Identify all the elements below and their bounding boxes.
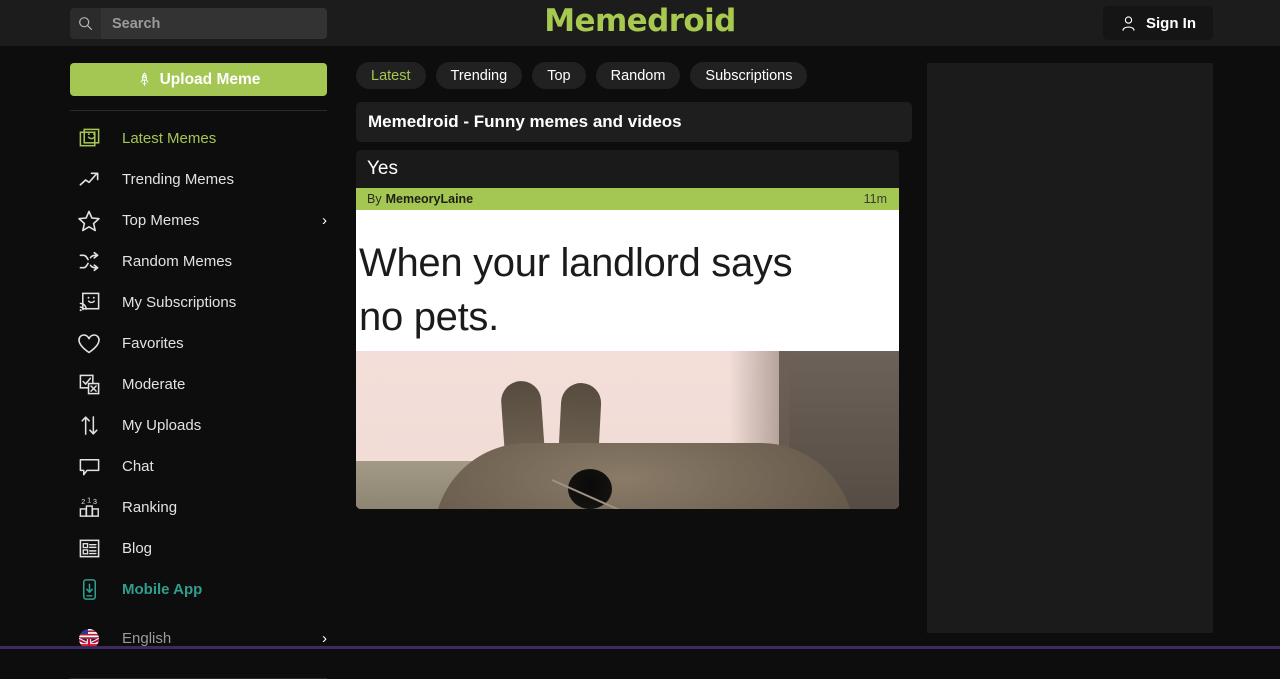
sidebar-nav: Latest Memes Trending Memes Top Memes ›	[0, 118, 356, 659]
left-sidebar: Upload Meme Latest Memes	[0, 46, 356, 649]
rocket-icon	[137, 72, 152, 87]
sidebar-item-label: My Subscriptions	[122, 294, 236, 311]
heart-icon	[76, 331, 102, 357]
sidebar-item-blog[interactable]: Blog	[0, 528, 356, 569]
right-ad-rail	[912, 46, 1280, 649]
trend-arrow-icon	[76, 167, 102, 193]
upload-meme-button[interactable]: Upload Meme	[70, 63, 327, 96]
up-down-arrows-icon	[76, 413, 102, 439]
meme-image[interactable]: When your landlord says no pets. ★	[356, 210, 899, 509]
sidebar-item-ranking[interactable]: 2 1 3 Ranking	[0, 487, 356, 528]
sign-in-label: Sign In	[1146, 15, 1196, 32]
sidebar-item-label: Top Memes	[122, 212, 200, 229]
meme-caption-text: When your landlord says no pets.	[356, 210, 899, 351]
sidebar-item-my-uploads[interactable]: My Uploads	[0, 405, 356, 446]
sidebar-item-label: Moderate	[122, 376, 185, 393]
svg-text:3: 3	[92, 498, 96, 506]
sidebar-item-label: Favorites	[122, 335, 184, 352]
chevron-right-icon[interactable]: ›	[322, 631, 327, 646]
meme-post-card[interactable]: Yes By MemeoryLaine 11m When your landlo…	[356, 150, 899, 509]
sidebar-item-latest-memes[interactable]: Latest Memes	[0, 118, 356, 159]
svg-text:1: 1	[87, 496, 91, 504]
tab-trending[interactable]: Trending	[436, 62, 523, 89]
sidebar-item-trending-memes[interactable]: Trending Memes	[0, 159, 356, 200]
smiley-square-icon	[76, 126, 102, 152]
sidebar-item-label: Ranking	[122, 499, 177, 516]
author-link[interactable]: MemeoryLaine	[386, 192, 474, 206]
upload-meme-label: Upload Meme	[160, 71, 261, 89]
main-content: Latest Trending Top Random Subscriptions…	[356, 46, 912, 649]
site-logo[interactable]: Memedroid	[0, 3, 1280, 39]
sidebar-item-favorites[interactable]: Favorites	[0, 323, 356, 364]
checkbox-x-icon	[76, 372, 102, 398]
list-card-icon	[76, 536, 102, 562]
star-icon	[76, 208, 102, 234]
sidebar-item-label: Trending Memes	[122, 171, 234, 188]
chevron-right-icon[interactable]: ›	[322, 213, 327, 228]
page-title: Memedroid - Funny memes and videos	[356, 102, 912, 142]
user-icon	[1120, 15, 1137, 32]
sidebar-item-label: My Uploads	[122, 417, 201, 434]
tab-random[interactable]: Random	[596, 62, 681, 89]
tab-subscriptions[interactable]: Subscriptions	[690, 62, 807, 89]
sidebar-item-mobile-app[interactable]: Mobile App	[0, 569, 356, 610]
feed-tabs: Latest Trending Top Random Subscriptions	[356, 46, 912, 89]
sidebar-item-label: Blog	[122, 540, 152, 557]
sidebar-item-random-memes[interactable]: Random Memes	[0, 241, 356, 282]
ad-placeholder[interactable]	[927, 63, 1213, 633]
rabbit-with-ty-tag-photo: ★	[356, 351, 899, 509]
byline-prefix: By	[367, 192, 382, 206]
podium-icon: 2 1 3	[76, 495, 102, 521]
svg-text:2: 2	[81, 498, 85, 506]
sidebar-item-label: Latest Memes	[122, 130, 216, 147]
sidebar-item-my-subscriptions[interactable]: My Subscriptions	[0, 282, 356, 323]
sidebar-item-top-memes[interactable]: Top Memes ›	[0, 200, 356, 241]
rss-smiley-icon	[76, 290, 102, 316]
sidebar-item-label: Chat	[122, 458, 154, 475]
sidebar-item-moderate[interactable]: Moderate	[0, 364, 356, 405]
phone-download-icon	[76, 577, 102, 603]
sidebar-item-language[interactable]: English ›	[0, 618, 356, 659]
sidebar-item-label: English	[122, 630, 171, 647]
sign-in-button[interactable]: Sign In	[1103, 6, 1213, 40]
meme-title[interactable]: Yes	[356, 150, 899, 188]
post-timestamp: 11m	[864, 192, 887, 206]
tab-top[interactable]: Top	[532, 62, 585, 89]
meme-byline-bar: By MemeoryLaine 11m	[356, 188, 899, 210]
sidebar-item-label: Random Memes	[122, 253, 232, 270]
shuffle-icon	[76, 249, 102, 275]
top-header-bar: Memedroid Sign In	[0, 0, 1280, 46]
sidebar-item-chat[interactable]: Chat	[0, 446, 356, 487]
tab-latest[interactable]: Latest	[356, 62, 426, 89]
speech-bubble-icon	[76, 454, 102, 480]
sidebar-item-label: Mobile App	[122, 581, 202, 598]
sidebar-divider-top	[70, 110, 327, 111]
